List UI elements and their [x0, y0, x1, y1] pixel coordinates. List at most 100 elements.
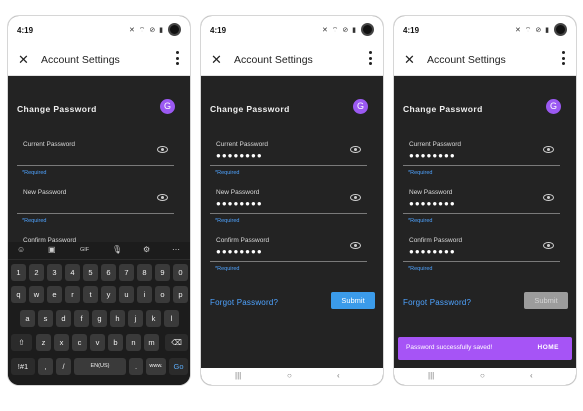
key-p[interactable]: p: [173, 286, 188, 303]
settings-gear-icon[interactable]: ⚙: [143, 245, 150, 254]
key-9[interactable]: 9: [155, 264, 170, 281]
key-5[interactable]: 5: [83, 264, 98, 281]
key-1[interactable]: 1: [11, 264, 26, 281]
eye-icon[interactable]: [543, 242, 554, 249]
avatar[interactable]: G: [353, 99, 368, 114]
emoji-icon[interactable]: ☺: [17, 245, 25, 254]
period-key[interactable]: .: [129, 358, 143, 375]
key-d[interactable]: d: [56, 310, 71, 327]
shift-key[interactable]: ⇧: [11, 334, 32, 351]
key-g[interactable]: g: [92, 310, 107, 327]
confirm-password-field[interactable]: Confirm Password ●●●●●●●●: [210, 234, 367, 262]
key-q[interactable]: q: [11, 286, 26, 303]
microphone-icon[interactable]: 🎙: [112, 245, 122, 254]
home-icon[interactable]: ○: [287, 371, 292, 380]
key-o[interactable]: o: [155, 286, 170, 303]
key-t[interactable]: t: [83, 286, 98, 303]
eye-icon[interactable]: [157, 194, 168, 201]
status-bar: 4:19 ✕ ⌔ ⊘ ▮: [8, 16, 190, 46]
status-time: 4:19: [17, 26, 34, 35]
current-password-field[interactable]: Current Password ●●●●●●●●: [210, 138, 367, 166]
field-label: New Password: [409, 189, 453, 196]
close-icon[interactable]: ✕: [211, 52, 222, 68]
recent-apps-icon[interactable]: |||: [235, 371, 241, 380]
forgot-password-link[interactable]: Forgot Password?: [210, 298, 278, 307]
key-8[interactable]: 8: [137, 264, 152, 281]
key-e[interactable]: e: [47, 286, 62, 303]
required-hint: *Required: [22, 170, 47, 176]
symbols-key[interactable]: !#1: [11, 358, 35, 375]
eye-icon[interactable]: [543, 194, 554, 201]
eye-icon[interactable]: [350, 242, 361, 249]
snackbar-message: Password successfully saved!: [406, 344, 493, 351]
current-password-field[interactable]: Current Password: [17, 138, 174, 166]
slash-key[interactable]: /: [56, 358, 71, 375]
required-hint: *Required: [215, 218, 240, 224]
more-options-icon[interactable]: [176, 51, 180, 67]
avatar[interactable]: G: [546, 99, 561, 114]
back-icon[interactable]: ‹: [337, 371, 340, 380]
keyboard-toolbar: ☺ ▣ GIF 🎙 ⚙ ⋯: [8, 242, 190, 260]
key-s[interactable]: s: [38, 310, 53, 327]
back-icon[interactable]: ‹: [530, 371, 533, 380]
sticker-icon[interactable]: ▣: [48, 245, 56, 254]
key-i[interactable]: i: [137, 286, 152, 303]
eye-icon[interactable]: [350, 194, 361, 201]
field-label: New Password: [23, 189, 67, 196]
forgot-password-link[interactable]: Forgot Password?: [403, 298, 471, 307]
key-w[interactable]: w: [29, 286, 44, 303]
key-m[interactable]: m: [144, 334, 159, 351]
confirm-password-field[interactable]: Confirm Password ●●●●●●●●: [403, 234, 560, 262]
new-password-field[interactable]: New Password: [17, 186, 174, 214]
close-icon[interactable]: ✕: [404, 52, 415, 68]
key-f[interactable]: f: [74, 310, 89, 327]
new-password-field[interactable]: New Password ●●●●●●●●: [210, 186, 367, 214]
recent-apps-icon[interactable]: |||: [428, 371, 434, 380]
more-options-icon[interactable]: [562, 51, 566, 67]
key-k[interactable]: k: [146, 310, 161, 327]
screenshot-stage: 4:19 ✕ ⌔ ⊘ ▮ ✕ Account Settings Change P…: [0, 0, 583, 411]
key-n[interactable]: n: [126, 334, 141, 351]
key-x[interactable]: x: [54, 334, 69, 351]
submit-button-disabled: Submit: [524, 292, 568, 309]
eye-icon[interactable]: [543, 146, 554, 153]
go-key[interactable]: Go: [169, 358, 188, 375]
backspace-key[interactable]: ⌫: [165, 334, 188, 351]
new-password-field[interactable]: New Password ●●●●●●●●: [403, 186, 560, 214]
key-6[interactable]: 6: [101, 264, 116, 281]
eye-icon[interactable]: [157, 146, 168, 153]
key-7[interactable]: 7: [119, 264, 134, 281]
key-r[interactable]: r: [65, 286, 80, 303]
key-l[interactable]: l: [164, 310, 179, 327]
key-0[interactable]: 0: [173, 264, 188, 281]
comma-key[interactable]: ,: [38, 358, 53, 375]
gif-icon[interactable]: GIF: [80, 247, 89, 253]
key-2[interactable]: 2: [29, 264, 44, 281]
key-y[interactable]: y: [101, 286, 116, 303]
key-h[interactable]: h: [110, 310, 125, 327]
eye-icon[interactable]: [350, 146, 361, 153]
section-heading: Change Password: [210, 104, 290, 114]
submit-button[interactable]: Submit: [331, 292, 375, 309]
more-options-icon[interactable]: [369, 51, 373, 67]
space-key[interactable]: EN(US): [74, 358, 126, 375]
avatar[interactable]: G: [160, 99, 175, 114]
key-c[interactable]: c: [72, 334, 87, 351]
key-4[interactable]: 4: [65, 264, 80, 281]
section-heading: Change Password: [17, 104, 97, 114]
snackbar-home-button[interactable]: HOME: [538, 344, 560, 351]
app-bar: ✕ Account Settings: [201, 46, 383, 76]
current-password-field[interactable]: Current Password ●●●●●●●●: [403, 138, 560, 166]
key-z[interactable]: z: [36, 334, 51, 351]
key-3[interactable]: 3: [47, 264, 62, 281]
key-u[interactable]: u: [119, 286, 134, 303]
key-a[interactable]: a: [20, 310, 35, 327]
key-b[interactable]: b: [108, 334, 123, 351]
key-v[interactable]: v: [90, 334, 105, 351]
more-tools-icon[interactable]: ⋯: [172, 245, 180, 254]
key-j[interactable]: j: [128, 310, 143, 327]
www-key[interactable]: www.: [146, 358, 166, 375]
close-icon[interactable]: ✕: [18, 52, 29, 68]
success-snackbar: Password successfully saved! HOME: [398, 337, 572, 360]
home-icon[interactable]: ○: [480, 371, 485, 380]
